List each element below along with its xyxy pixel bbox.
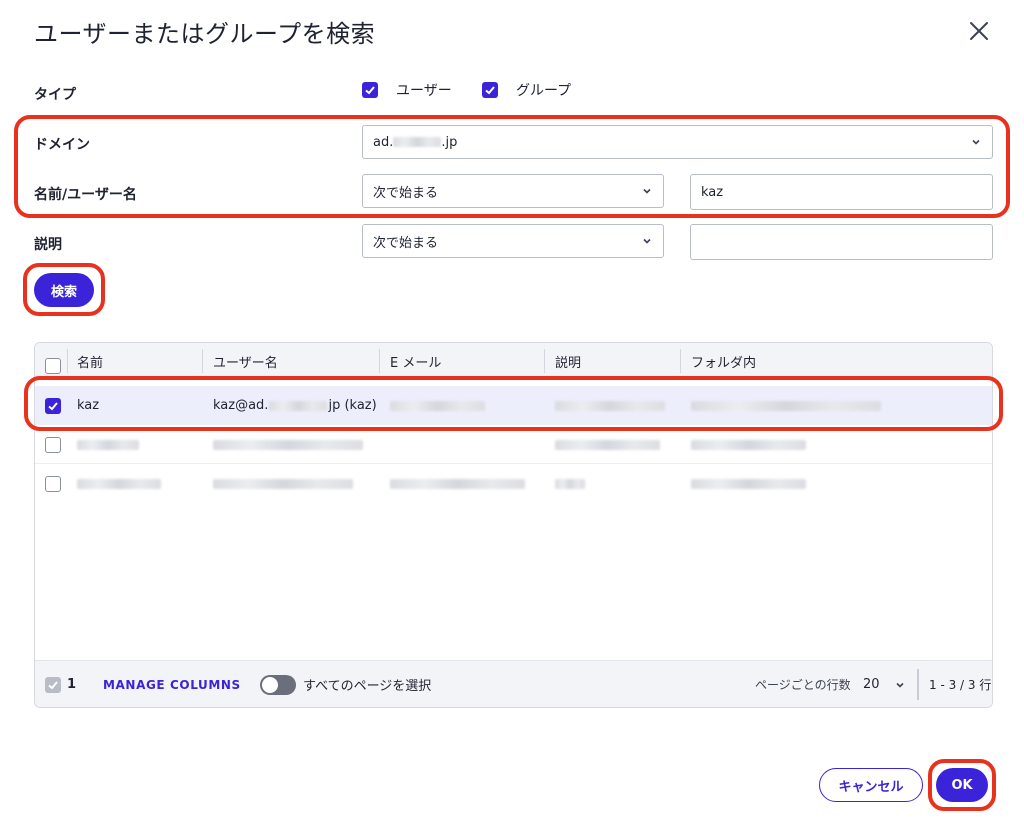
description-label: 説明: [34, 237, 62, 253]
select-all-checkbox[interactable]: [45, 358, 61, 374]
chevron-down-icon: [895, 682, 904, 688]
cancel-button[interactable]: キャンセル: [819, 768, 923, 802]
check-icon: [485, 86, 495, 95]
table-header: 名前 ユーザー名 E メール 説明 フォルダ内: [35, 343, 992, 379]
check-icon: [365, 86, 375, 95]
select-all-pages-toggle[interactable]: [260, 674, 296, 695]
manage-columns-link[interactable]: MANAGE COLUMNS: [103, 661, 241, 707]
name-match-select[interactable]: 次で始まる: [362, 174, 664, 208]
rows-per-page-select[interactable]: 20: [863, 661, 906, 707]
ok-button[interactable]: OK: [936, 768, 988, 802]
table-row[interactable]: [35, 425, 992, 464]
select-all-pages-label: すべてのページを選択: [303, 679, 432, 694]
name-label: 名前/ユーザー名: [34, 187, 137, 203]
domain-value-prefix: ad.: [373, 134, 394, 150]
chevron-down-icon: [643, 188, 651, 194]
search-button[interactable]: 検索: [34, 273, 94, 307]
name-match-value: 次で始まる: [373, 185, 439, 201]
pagination-range: 1 - 3 / 3 行: [929, 678, 992, 692]
row-name: kaz: [77, 398, 100, 413]
close-icon[interactable]: [966, 18, 992, 44]
description-match-value: 次で始まる: [373, 235, 439, 251]
domain-label: ドメイン: [34, 137, 90, 153]
selected-count: 1: [67, 677, 77, 692]
description-input[interactable]: [690, 224, 993, 260]
domain-value-suffix: .jp: [441, 134, 458, 150]
type-group-option[interactable]: グループ: [482, 80, 571, 100]
selected-count-checkbox[interactable]: [45, 676, 61, 693]
chevron-down-icon: [972, 139, 980, 145]
row-checkbox[interactable]: [45, 398, 61, 414]
column-folder[interactable]: フォルダ内: [691, 343, 756, 379]
row-checkbox[interactable]: [45, 437, 61, 453]
column-name[interactable]: 名前: [77, 343, 103, 379]
name-input[interactable]: kaz: [690, 174, 993, 210]
group-checkbox[interactable]: [482, 82, 498, 98]
table-row[interactable]: [35, 464, 992, 503]
column-description[interactable]: 説明: [555, 343, 581, 379]
check-icon: [48, 680, 58, 689]
row-checkbox[interactable]: [45, 476, 61, 492]
table-footer: 1 MANAGE COLUMNS すべてのページを選択 ページごとの行数 20 …: [35, 660, 992, 707]
domain-select[interactable]: ad. .jp: [362, 125, 993, 159]
description-match-select[interactable]: 次で始まる: [362, 224, 664, 258]
check-icon: [48, 402, 58, 411]
select-all-pages[interactable]: すべてのページを選択: [260, 661, 432, 707]
row-email: [390, 386, 485, 425]
chevron-down-icon: [643, 238, 651, 244]
column-username[interactable]: ユーザー名: [213, 343, 278, 379]
row-folder: [691, 386, 881, 425]
row-username: kaz@ad. jp (kaz): [213, 398, 377, 413]
row-description: [555, 386, 665, 425]
type-user-label: ユーザー: [396, 83, 452, 99]
table-row[interactable]: kaz kaz@ad. jp (kaz): [35, 386, 992, 425]
user-checkbox[interactable]: [362, 82, 378, 98]
type-label: タイプ: [34, 87, 76, 103]
dialog-title: ユーザーまたはグループを検索: [34, 20, 376, 48]
results-table: 名前 ユーザー名 E メール 説明 フォルダ内 kaz kaz@ad. jp (…: [34, 342, 993, 708]
type-user-option[interactable]: ユーザー: [362, 80, 452, 100]
type-group-label: グループ: [516, 83, 572, 99]
column-email[interactable]: E メール: [390, 343, 441, 379]
rows-per-page-label: ページごとの行数: [755, 678, 851, 692]
